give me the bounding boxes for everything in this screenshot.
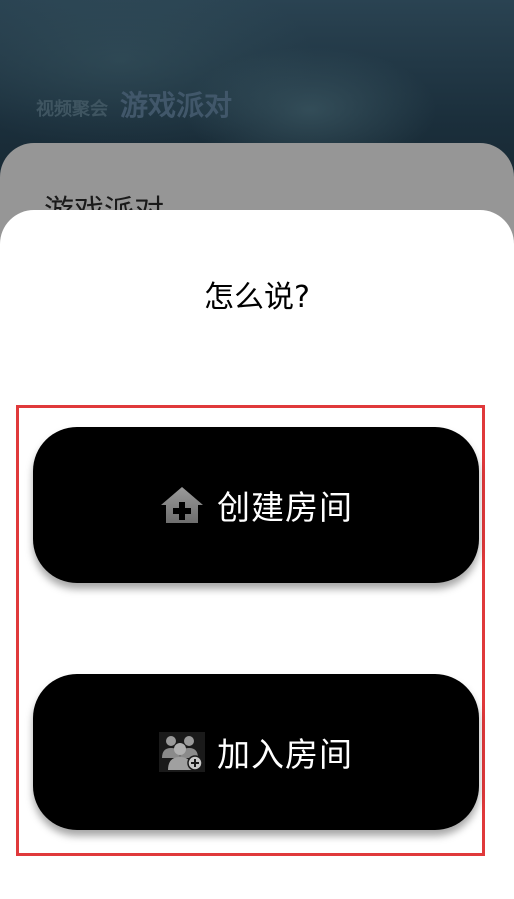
header-title: 游戏派对	[120, 89, 233, 122]
create-room-label: 创建房间	[217, 488, 353, 527]
sheet-title: 怎么说?	[204, 280, 310, 315]
header-subtitle: 视频聚会	[36, 99, 108, 120]
header-title-row: 视频聚会 游戏派对	[36, 84, 232, 124]
house-plus-icon	[159, 482, 205, 528]
join-room-button[interactable]: 加入房间	[33, 674, 479, 830]
create-room-button[interactable]: 创建房间	[33, 427, 479, 583]
group-add-icon	[159, 729, 205, 775]
join-room-label: 加入房间	[217, 735, 353, 774]
